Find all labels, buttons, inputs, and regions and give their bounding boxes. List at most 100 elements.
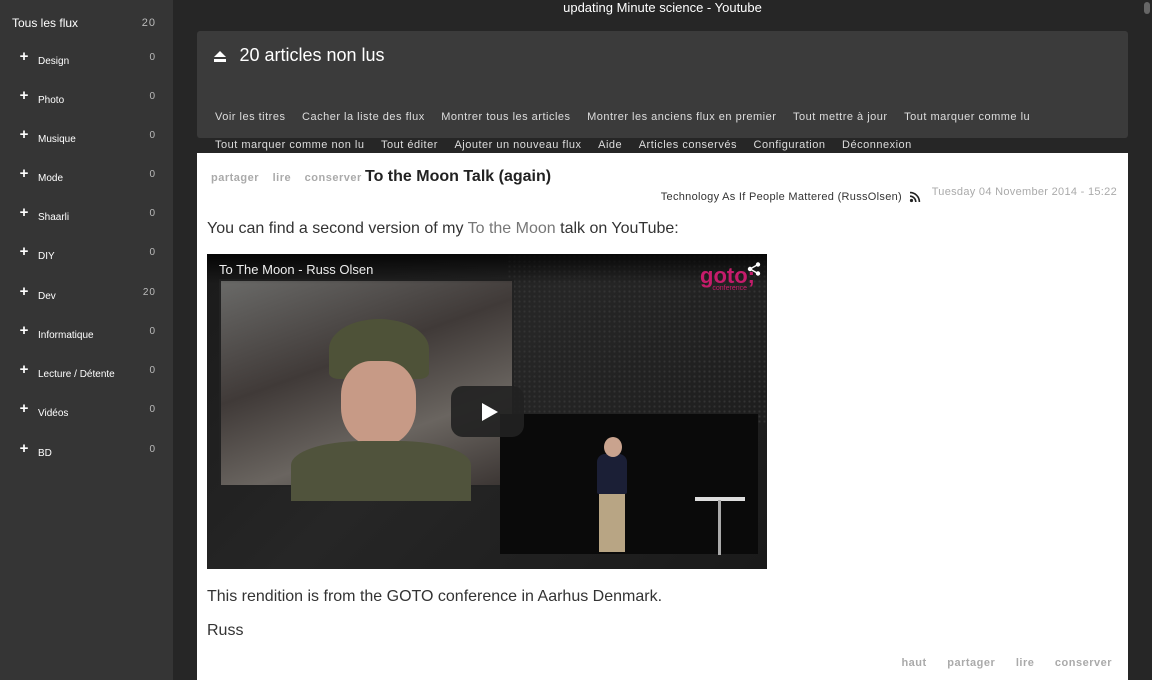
share-link[interactable]: partager — [211, 172, 259, 184]
category-label[interactable]: Mode — [38, 173, 63, 184]
category-label[interactable]: Design — [38, 56, 69, 67]
category-videos[interactable]: + Vidéos 0 — [18, 401, 158, 426]
category-count: 0 — [149, 326, 156, 337]
goto-logo-sub: conference — [712, 285, 747, 292]
category-label[interactable]: Dev — [38, 291, 56, 302]
menu-item-anciens-premier[interactable]: Montrer les anciens flux en premier — [587, 111, 776, 123]
keep-link[interactable]: conserver — [305, 172, 362, 184]
category-dev[interactable]: + Dev 20 — [18, 284, 158, 309]
menu-item-configuration[interactable]: Configuration — [754, 139, 826, 151]
expand-icon[interactable]: + — [18, 244, 30, 259]
video-table — [718, 500, 721, 555]
read-link[interactable]: lire — [273, 172, 292, 184]
category-count: 0 — [149, 247, 156, 258]
video-figure-body — [291, 441, 471, 501]
category-count: 0 — [149, 130, 156, 141]
share-link[interactable]: partager — [947, 657, 995, 669]
category-count: 0 — [149, 444, 156, 455]
category-label[interactable]: Lecture / Détente — [38, 369, 115, 380]
menu-item-tout-mettre-a-jour[interactable]: Tout mettre à jour — [793, 111, 888, 123]
rss-icon[interactable] — [909, 191, 921, 203]
menu-row-2: Tout marquer comme non lu Tout éditer Aj… — [215, 139, 925, 151]
article-footer-actions: haut partager lire conserver — [884, 657, 1112, 669]
category-count: 0 — [149, 365, 156, 376]
expand-icon[interactable]: + — [18, 205, 30, 220]
article-source[interactable]: Technology As If People Mattered (RussOl… — [661, 191, 902, 203]
category-label[interactable]: Musique — [38, 134, 76, 145]
all-feeds-label[interactable]: Tous les flux — [12, 16, 78, 30]
menu-item-cacher-liste[interactable]: Cacher la liste des flux — [302, 111, 425, 123]
update-status: updating Minute science - Youtube — [563, 0, 762, 15]
expand-icon[interactable]: + — [18, 49, 30, 64]
category-label[interactable]: DIY — [38, 251, 55, 262]
play-icon — [482, 403, 498, 421]
article-paragraph: This rendition is from the GOTO conferen… — [207, 588, 663, 605]
category-label[interactable]: Photo — [38, 95, 64, 106]
menu-item-deconnexion[interactable]: Déconnexion — [842, 139, 912, 151]
menu-item-tout-marquer-lu[interactable]: Tout marquer comme lu — [904, 111, 1030, 123]
category-musique[interactable]: + Musique 0 — [18, 127, 158, 152]
expand-icon[interactable]: + — [18, 127, 30, 142]
category-label[interactable]: Vidéos — [38, 408, 68, 419]
article-signature: Russ — [207, 622, 244, 639]
category-lecture-detente[interactable]: + Lecture / Détente 0 — [18, 362, 158, 387]
article-date: Tuesday 04 November 2014 - 15:22 — [931, 186, 1117, 198]
all-feeds-count: 20 — [141, 17, 156, 29]
video-figure-face — [341, 361, 416, 446]
menu-item-tout-editer[interactable]: Tout éditer — [381, 139, 438, 151]
category-count: 0 — [149, 404, 156, 415]
menu-item-ajouter-flux[interactable]: Ajouter un nouveau flux — [454, 139, 581, 151]
category-shaarli[interactable]: + Shaarli 0 — [18, 205, 158, 230]
to-the-moon-link[interactable]: To the Moon — [468, 220, 556, 237]
top-menu-panel: 20 articles non lus Voir les titres Cach… — [197, 31, 1128, 151]
category-label[interactable]: Informatique — [38, 330, 94, 341]
play-button[interactable] — [451, 386, 524, 437]
category-bd[interactable]: + BD 0 — [18, 441, 158, 466]
menu-item-tout-marquer-non-lu[interactable]: Tout marquer comme non lu — [215, 139, 364, 151]
expand-icon[interactable]: + — [18, 88, 30, 103]
expand-icon[interactable]: + — [18, 323, 30, 338]
menu-item-voir-titres[interactable]: Voir les titres — [215, 111, 285, 123]
article: partager lire conserver To the Moon Talk… — [197, 153, 1128, 680]
eject-icon[interactable] — [213, 51, 227, 63]
sidebar: Tous les flux 20 + Design 0 + Photo 0 + … — [0, 0, 173, 680]
category-photo[interactable]: + Photo 0 — [18, 88, 158, 113]
paragraph-text: talk on YouTube: — [555, 220, 679, 237]
video-speaker — [597, 454, 627, 494]
menu-row-1: Voir les titres Cacher la liste des flux… — [215, 111, 1043, 123]
top-link[interactable]: haut — [901, 657, 926, 669]
menu-item-articles-conserves[interactable]: Articles conservés — [639, 139, 737, 151]
keep-link[interactable]: conserver — [1055, 657, 1112, 669]
menu-item-montrer-tous[interactable]: Montrer tous les articles — [441, 111, 570, 123]
expand-icon[interactable]: + — [18, 166, 30, 181]
expand-icon[interactable]: + — [18, 284, 30, 299]
share-icon[interactable] — [747, 262, 761, 276]
scrollbar-thumb[interactable] — [1144, 2, 1150, 14]
expand-icon[interactable]: + — [18, 362, 30, 377]
category-mode[interactable]: + Mode 0 — [18, 166, 158, 191]
category-diy[interactable]: + DIY 0 — [18, 244, 158, 269]
unread-title: 20 articles non lus — [239, 45, 385, 65]
category-informatique[interactable]: + Informatique 0 — [18, 323, 158, 348]
unread-header: 20 articles non lus — [213, 45, 385, 66]
scrollbar[interactable] — [1142, 0, 1152, 680]
category-count: 0 — [149, 52, 156, 63]
category-count: 20 — [142, 287, 156, 298]
all-feeds-item[interactable]: Tous les flux 20 — [12, 16, 158, 30]
video-projection-screen — [219, 279, 514, 501]
menu-item-aide[interactable]: Aide — [598, 139, 622, 151]
category-label[interactable]: BD — [38, 448, 52, 459]
video-speaker — [599, 492, 625, 552]
video-title[interactable]: To The Moon - Russ Olsen — [219, 262, 373, 277]
expand-icon[interactable]: + — [18, 401, 30, 416]
expand-icon[interactable]: + — [18, 441, 30, 456]
category-count: 0 — [149, 91, 156, 102]
category-count: 0 — [149, 169, 156, 180]
article-paragraph: You can find a second version of my To t… — [207, 220, 679, 238]
paragraph-text: You can find a second version of my — [207, 220, 468, 237]
category-design[interactable]: + Design 0 — [18, 49, 158, 74]
read-link[interactable]: lire — [1016, 657, 1035, 669]
article-title[interactable]: To the Moon Talk (again) — [365, 168, 551, 186]
category-label[interactable]: Shaarli — [38, 212, 69, 223]
youtube-video-player[interactable]: To The Moon - Russ Olsen goto; conferenc… — [207, 254, 767, 569]
